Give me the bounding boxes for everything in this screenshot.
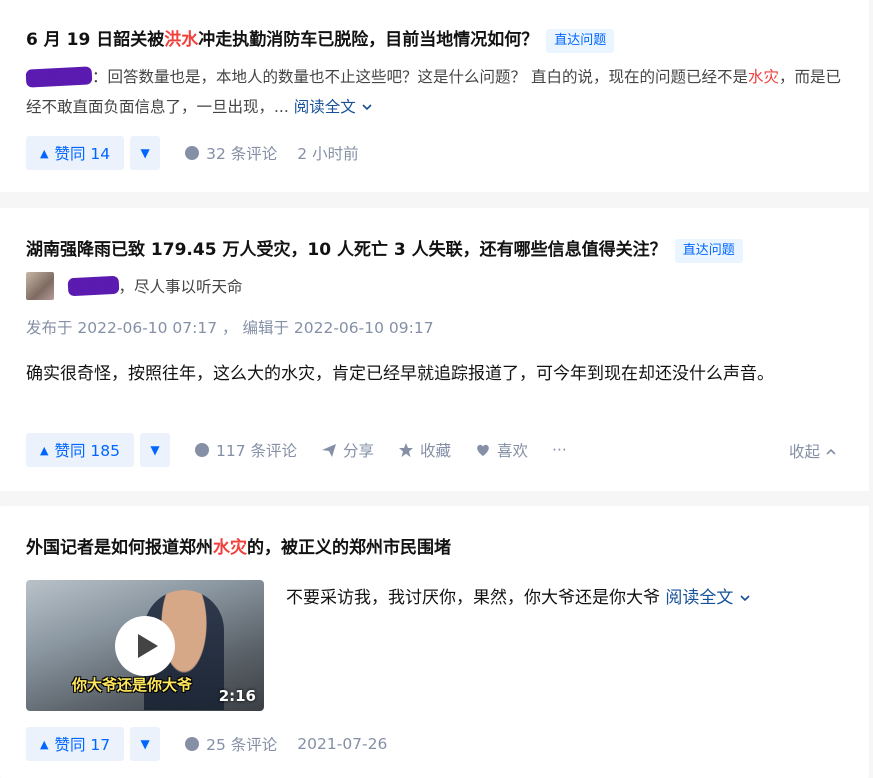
answer-time: 2 小时前 [297, 145, 359, 163]
answer-date: 2021-07-26 [297, 735, 388, 753]
answer-body[interactable]: 确实很奇怪，按照往年，这么大的水灾，肯定已经早就追踪报道了，可今年到现在却还没什… [26, 359, 826, 389]
go-to-question-tag[interactable]: 直达问题 [546, 29, 615, 53]
question-title[interactable]: 湖南强降雨已致 179.45 万人受灾，10 人死亡 3 人失联，还有哪些信息值… [26, 238, 743, 263]
publish-edit-time: 发布于 2022-06-10 07:17 ， 编辑于 2022-06-10 09… [26, 319, 434, 337]
comments-button[interactable]: 25 条评论 [184, 733, 277, 755]
downvote-button[interactable]: ▼ [130, 727, 161, 761]
answer-excerpt[interactable]: 出网友怎 ：回答数量也是，本地人的数量也不止这些吧？这是什么问题？ 直白的说，现在… [25, 62, 842, 122]
triangle-up-icon: ▲ [40, 146, 49, 160]
upvote-button[interactable]: ▲ 赞同 17 [26, 727, 125, 761]
chevron-up-icon [826, 448, 836, 455]
heart-icon [477, 444, 489, 456]
read-more-link[interactable]: 阅读全文 [665, 588, 750, 608]
downvote-button[interactable]: ▼ [130, 136, 161, 170]
share-button[interactable]: 分享 [321, 439, 374, 461]
comments-button[interactable]: 32 条评论 [184, 142, 277, 164]
comments-button[interactable]: 117 条评论 [194, 439, 297, 461]
like-button[interactable]: 喜欢 [475, 439, 528, 461]
triangle-down-icon: ▼ [140, 146, 150, 160]
go-to-question-tag[interactable]: 直达问题 [674, 239, 743, 263]
video-caption: 你大爷还是你大爷 [72, 676, 193, 694]
play-icon[interactable] [115, 616, 175, 676]
share-icon [322, 444, 336, 457]
comment-icon [194, 443, 209, 457]
author-name-redacted[interactable]: 风中客 [67, 275, 119, 297]
author-bio: ，尽人事以听天命 [118, 278, 243, 296]
comment-icon [185, 737, 200, 751]
upvote-button[interactable]: ▲ 赞同 185 [26, 433, 134, 467]
video-duration: 2:16 [218, 687, 256, 705]
answer-card-2: 湖南强降雨已致 179.45 万人受灾，10 人死亡 3 人失联，还有哪些信息值… [0, 208, 869, 491]
triangle-up-icon: ▲ [40, 443, 49, 457]
triangle-down-icon: ▼ [150, 443, 160, 457]
downvote-button[interactable]: ▼ [139, 433, 170, 467]
more-options-button[interactable]: ··· [552, 441, 567, 459]
question-title[interactable]: 外国记者是如何报道郑州水灾的，被正义的郑州市民围堵 [26, 536, 451, 560]
triangle-down-icon: ▼ [140, 737, 150, 751]
chevron-down-icon [362, 104, 372, 111]
avatar[interactable] [26, 272, 54, 300]
collapse-button[interactable]: 收起 [789, 440, 837, 462]
more-icon: ··· [552, 441, 567, 459]
comment-icon [185, 146, 200, 160]
author-info: 风中客 ，尽人事以听天命 [26, 271, 243, 301]
video-thumbnail[interactable]: 你大爷还是你大爷 2:16 [26, 580, 264, 711]
chevron-down-icon [740, 595, 750, 602]
question-title[interactable]: 6 月 19 日韶关被洪水冲走执勤消防车已脱险，目前当地情况如何？ 直达问题 [26, 28, 615, 53]
favorite-button[interactable]: 收藏 [398, 439, 451, 461]
read-more-link[interactable]: 阅读全文 [294, 98, 373, 116]
answer-card-1: 6 月 19 日韶关被洪水冲走执勤消防车已脱险，目前当地情况如何？ 直达问题 出网… [0, 0, 869, 192]
upvote-button[interactable]: ▲ 赞同 14 [26, 136, 125, 170]
answer-card-3: 外国记者是如何报道郑州水灾的，被正义的郑州市民围堵 你大爷还是你大爷 2:16 … [0, 506, 869, 778]
triangle-up-icon: ▲ [40, 737, 49, 751]
star-icon [399, 443, 414, 457]
answer-excerpt[interactable]: 不要采访我，我讨厌你，果然，你大爷还是你大爷 阅读全文 [286, 586, 751, 610]
author-name-redacted: 出网友怎 [25, 66, 93, 88]
